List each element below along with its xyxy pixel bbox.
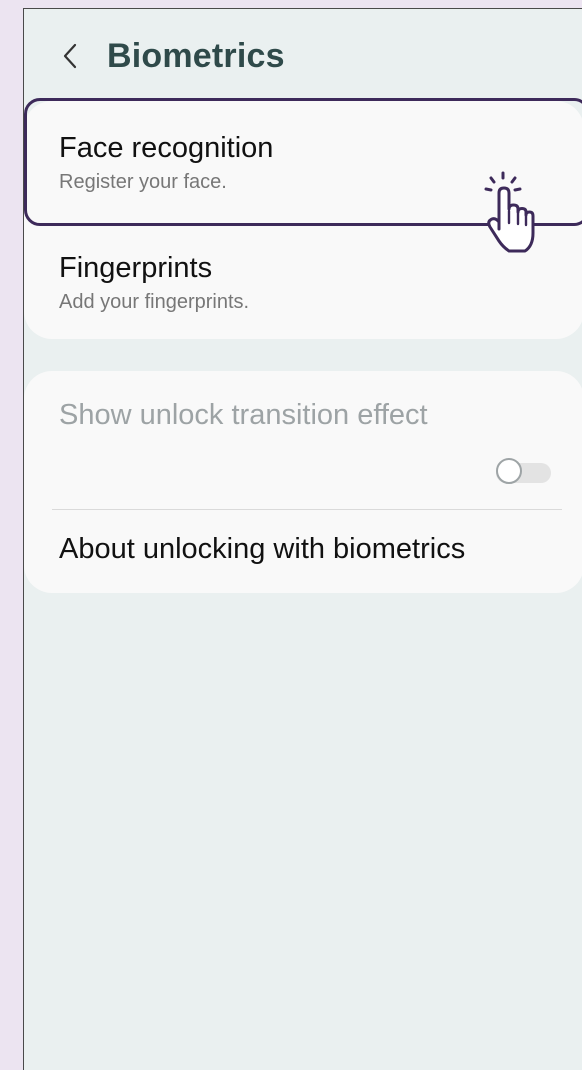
unlock-transition-label: Show unlock transition effect (59, 399, 428, 431)
fingerprints-item[interactable]: Fingerprints Add your fingerprints. (59, 251, 582, 315)
unlock-transition-toggle[interactable] (496, 458, 551, 486)
toggle-knob (496, 458, 522, 484)
fingerprints-description: Add your fingerprints. (59, 291, 250, 313)
unlock-options-card: Show unlock transition effect About unlo… (24, 371, 582, 593)
settings-screen: Biometrics Face recognition Register you… (23, 8, 582, 1070)
face-recognition-label: Face recognition (59, 132, 274, 164)
chevron-left-icon[interactable] (57, 39, 85, 73)
divider (52, 509, 562, 510)
about-biometrics-item[interactable]: About unlocking with biometrics (59, 533, 465, 566)
face-recognition-item[interactable]: Face recognition Register your face. (59, 131, 582, 195)
fingerprints-label: Fingerprints (59, 252, 213, 284)
biometrics-card: Face recognition Register your face. Fin… (24, 101, 582, 339)
face-recognition-description: Register your face. (59, 171, 227, 193)
page-title: Biometrics (107, 37, 285, 75)
app-bar: Biometrics (24, 9, 582, 99)
